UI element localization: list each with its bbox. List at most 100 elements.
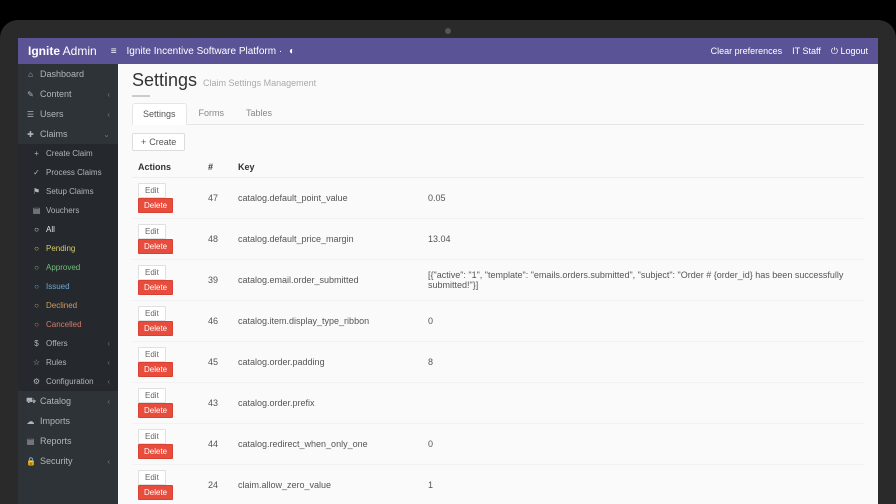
table-row: EditDelete46catalog.item.display_type_ri… xyxy=(132,301,864,342)
cell-num: 39 xyxy=(202,260,232,301)
sidebar-item-claims[interactable]: ✚Claims⌄ xyxy=(18,124,118,144)
table-row: EditDelete 48catalog.default_price_margin… xyxy=(132,219,864,260)
globe-icon[interactable]: ◐ xyxy=(289,46,295,57)
content-icon: ✎ xyxy=(26,90,35,99)
edit-button[interactable]: Edit xyxy=(138,470,166,485)
cell-value: 0.05 xyxy=(422,178,864,219)
imports-icon: ☁ xyxy=(26,417,35,426)
title-underline xyxy=(132,95,150,97)
cell-num: 45 xyxy=(202,342,232,383)
menu-toggle-icon[interactable]: ≡ xyxy=(111,46,117,57)
cell-key: claim.allow_zero_value xyxy=(232,465,422,504)
delete-button[interactable]: Delete xyxy=(138,321,173,336)
edit-button[interactable]: Edit xyxy=(138,183,166,198)
chevron-left-icon: ‹ xyxy=(107,110,110,119)
sidebar-item-users[interactable]: ☰Users‹ xyxy=(18,104,118,124)
table-row: EditDelete 43catalog.order.prefix xyxy=(132,383,864,424)
cell-num: 46 xyxy=(202,301,232,342)
delete-button[interactable]: Delete xyxy=(138,280,173,295)
cell-value xyxy=(422,383,864,424)
tab-tables[interactable]: Tables xyxy=(236,103,282,124)
table-row: EditDelete 24claim.allow_zero_value1 xyxy=(132,465,864,504)
cell-num: 48 xyxy=(202,219,232,260)
edit-button[interactable]: Edit xyxy=(138,347,166,362)
logout-link[interactable]: ⏻ Logout xyxy=(831,46,868,57)
lock-icon: 🔒 xyxy=(26,457,35,466)
cell-value: 13.04 xyxy=(422,219,864,260)
cell-key: catalog.email.order_submitted xyxy=(232,260,422,301)
sidebar-item-content[interactable]: ✎Content‹ xyxy=(18,84,118,104)
sidebar-item-approved[interactable]: ○Approved xyxy=(18,258,118,277)
brand: Ignite Admin xyxy=(28,44,97,58)
edit-button[interactable]: Edit xyxy=(138,265,166,280)
cell-value: 8 xyxy=(422,342,864,383)
sidebar-claims-submenu: +Create Claim ✓Process Claims ⚑Setup Cla… xyxy=(18,144,118,391)
sidebar-item-dashboard[interactable]: ⌂Dashboard xyxy=(18,64,118,84)
sidebar-item-configuration[interactable]: ⚙Configuration‹ xyxy=(18,372,118,391)
cell-num: 43 xyxy=(202,383,232,424)
edit-button[interactable]: Edit xyxy=(138,388,166,403)
th-num: # xyxy=(202,157,232,178)
cell-value: 1 xyxy=(422,465,864,504)
sidebar-item-all[interactable]: ○All xyxy=(18,220,118,239)
th-key: Key xyxy=(232,157,422,178)
sidebar-item-catalog[interactable]: ⛟Catalog‹ xyxy=(18,391,118,411)
sidebar-item-cancelled[interactable]: ○Cancelled xyxy=(18,315,118,334)
reports-icon: ▤ xyxy=(26,437,35,446)
sidebar-item-create-claim[interactable]: +Create Claim xyxy=(18,144,118,163)
staff-link[interactable]: IT Staff xyxy=(792,46,821,56)
delete-button[interactable]: Delete xyxy=(138,403,173,418)
sidebar-item-imports[interactable]: ☁Imports xyxy=(18,411,118,431)
main-content: Settings Claim Settings Management Setti… xyxy=(118,64,878,504)
cell-value: [{"active": "1", "template": "emails.ord… xyxy=(422,260,864,301)
sidebar-item-security[interactable]: 🔒Security‹ xyxy=(18,451,118,471)
claims-icon: ✚ xyxy=(26,130,35,139)
tab-forms[interactable]: Forms xyxy=(189,103,235,124)
create-button[interactable]: +Create xyxy=(132,133,185,151)
edit-button[interactable]: Edit xyxy=(138,224,166,239)
dashboard-icon: ⌂ xyxy=(26,70,35,79)
cell-num: 24 xyxy=(202,465,232,504)
chevron-down-icon: ⌄ xyxy=(103,130,110,139)
delete-button[interactable]: Delete xyxy=(138,362,173,377)
edit-button[interactable]: Edit xyxy=(138,306,166,321)
cell-key: catalog.default_price_margin xyxy=(232,219,422,260)
tabs: Settings Forms Tables xyxy=(132,103,864,125)
table-row: EditDelete 39catalog.email.order_submitte… xyxy=(132,260,864,301)
th-value xyxy=(422,157,864,178)
th-actions: Actions xyxy=(132,157,202,178)
clear-preferences-link[interactable]: Clear preferences xyxy=(711,46,783,56)
sidebar-item-issued[interactable]: ○Issued xyxy=(18,277,118,296)
sidebar-item-pending[interactable]: ○Pending xyxy=(18,239,118,258)
delete-button[interactable]: Delete xyxy=(138,444,173,459)
sidebar-item-setup-claims[interactable]: ⚑Setup Claims xyxy=(18,182,118,201)
topbar: Ignite Admin ≡ Ignite Incentive Software… xyxy=(18,38,878,64)
page-subtitle: Claim Settings Management xyxy=(203,78,316,88)
cell-key: catalog.order.padding xyxy=(232,342,422,383)
sidebar-item-reports[interactable]: ▤Reports xyxy=(18,431,118,451)
sidebar-item-process-claims[interactable]: ✓Process Claims xyxy=(18,163,118,182)
sidebar-item-rules[interactable]: ☆Rules‹ xyxy=(18,353,118,372)
plus-icon: + xyxy=(141,137,146,147)
settings-table: Actions # Key EditDelete47catalog.defaul… xyxy=(132,157,864,504)
tab-settings[interactable]: Settings xyxy=(132,103,187,125)
cell-value: 0 xyxy=(422,424,864,465)
table-row: EditDelete47catalog.default_point_value0… xyxy=(132,178,864,219)
cell-num: 44 xyxy=(202,424,232,465)
cell-value: 0 xyxy=(422,301,864,342)
power-icon: ⏻ xyxy=(831,46,838,56)
sidebar-item-declined[interactable]: ○Declined xyxy=(18,296,118,315)
users-icon: ☰ xyxy=(26,110,35,119)
sidebar-item-vouchers[interactable]: ▤Vouchers xyxy=(18,201,118,220)
table-row: EditDelete 45catalog.order.padding8 xyxy=(132,342,864,383)
cell-key: catalog.order.prefix xyxy=(232,383,422,424)
sidebar: ⌂Dashboard ✎Content‹ ☰Users‹ ✚Claims⌄ +C… xyxy=(18,64,118,504)
cell-key: catalog.redirect_when_only_one xyxy=(232,424,422,465)
table-row: EditDelete 44catalog.redirect_when_only_o… xyxy=(132,424,864,465)
delete-button[interactable]: Delete xyxy=(138,239,173,254)
edit-button[interactable]: Edit xyxy=(138,429,166,444)
platform-name: Ignite Incentive Software Platform · ◐ xyxy=(127,46,295,57)
delete-button[interactable]: Delete xyxy=(138,485,173,500)
sidebar-item-offers[interactable]: $Offers‹ xyxy=(18,334,118,353)
delete-button[interactable]: Delete xyxy=(138,198,173,213)
